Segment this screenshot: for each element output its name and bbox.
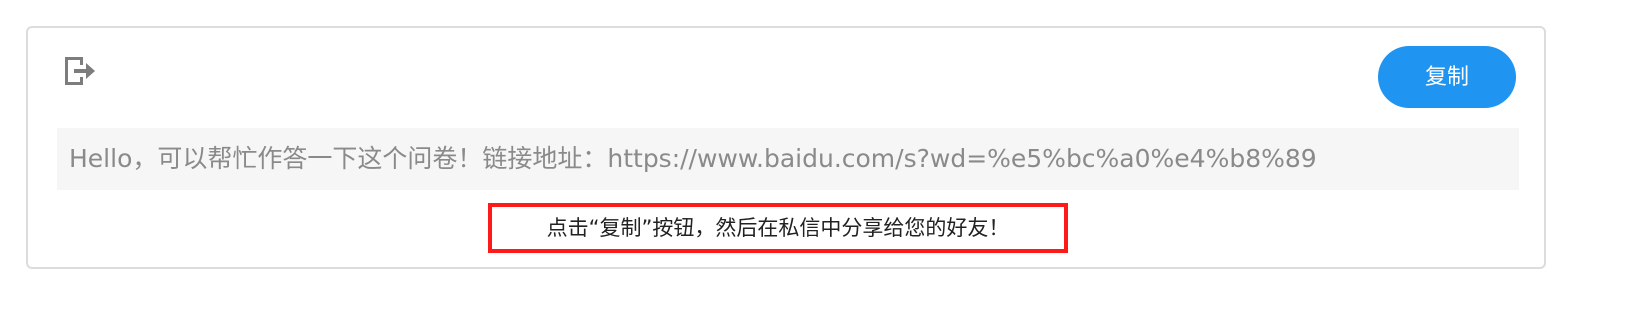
share-card: 复制 Hello，可以帮忙作答一下这个问卷！链接地址：https://www.b… bbox=[26, 26, 1546, 269]
copy-button[interactable]: 复制 bbox=[1378, 46, 1516, 108]
copy-hint: 点击“复制”按钮，然后在私信中分享给您的好友！ bbox=[488, 203, 1068, 253]
share-link-text[interactable]: Hello，可以帮忙作答一下这个问卷！链接地址：https://www.baid… bbox=[57, 128, 1519, 190]
exit-icon[interactable] bbox=[62, 54, 98, 88]
